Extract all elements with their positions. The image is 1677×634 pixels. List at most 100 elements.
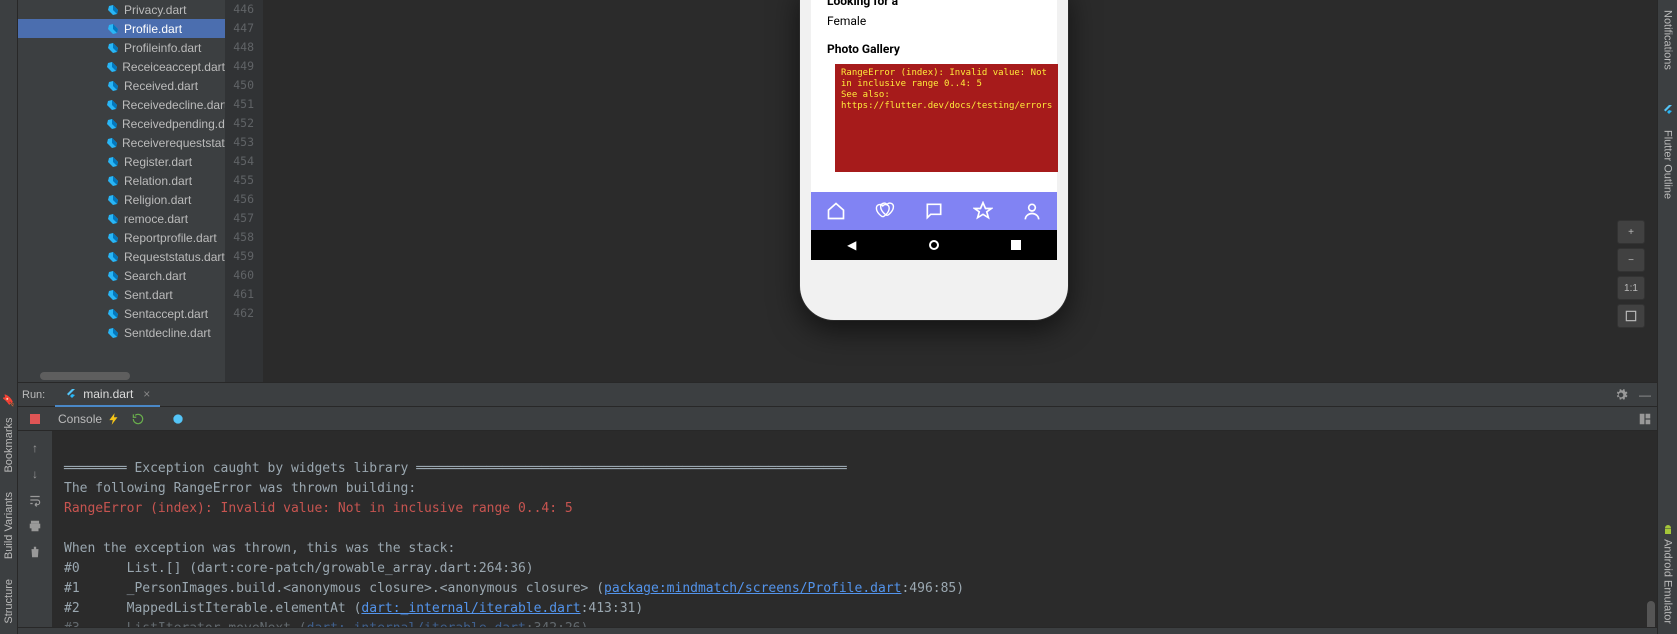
file-label: Religion.dart — [124, 193, 191, 207]
recents-icon[interactable] — [1011, 240, 1021, 250]
stop-icon — [30, 414, 40, 424]
hot-reload-button[interactable] — [102, 412, 126, 426]
file-label: Sentaccept.dart — [124, 307, 208, 321]
line-number: 453 — [225, 133, 262, 152]
scroll-down-button[interactable]: ↓ — [26, 465, 44, 483]
log-separator: ════════ Exception caught by widgets lib… — [64, 461, 847, 476]
zoom-fit-button[interactable] — [1617, 304, 1645, 328]
source-link[interactable]: dart:_internal/iterable.dart — [307, 621, 526, 627]
line-number: 458 — [225, 228, 262, 247]
print-button[interactable] — [26, 517, 44, 535]
emulator-screen[interactable]: Looking for a Female Photo Gallery Range… — [811, 0, 1057, 260]
zoom-reset-button[interactable]: 1:1 — [1617, 276, 1645, 300]
build-variants-tab[interactable]: Build Variants — [3, 482, 15, 569]
file-receivedecline-dart[interactable]: Receivedecline.dart — [18, 95, 225, 114]
right-tool-strip: Notifications Flutter Outline Android Em… — [1657, 0, 1677, 634]
android-emulator-tab[interactable]: Android Emulator — [1662, 514, 1674, 634]
left-tool-strip: Bookmarks 🔖 Build Variants Structure — [0, 0, 18, 634]
profile-icon[interactable] — [1022, 201, 1042, 221]
source-link[interactable]: package:mindmatch/screens/Profile.dart — [604, 581, 901, 596]
file-label: Receivedecline.dart — [122, 98, 225, 112]
file-label: Search.dart — [124, 269, 186, 283]
file-remoce-dart[interactable]: remoce.dart — [18, 209, 225, 228]
file-receiverequeststatus-dart[interactable]: Receiverequeststatus.dart — [18, 133, 225, 152]
settings-button[interactable] — [1609, 385, 1633, 405]
structure-tab[interactable]: Structure — [3, 569, 15, 634]
zoom-in-button[interactable]: + — [1617, 220, 1645, 244]
file-label: Receivedpending.dart — [122, 117, 225, 131]
devtools-button[interactable] — [166, 412, 190, 426]
editor[interactable]: 4464474484494504514524534544554564574584… — [225, 0, 1657, 382]
dart-file-icon — [106, 98, 118, 112]
file-receiceaccept-dart[interactable]: Receiceaccept.dart — [18, 57, 225, 76]
editor-canvas[interactable]: Looking for a Female Photo Gallery Range… — [263, 0, 1657, 382]
bookmark-icon: 🔖 — [3, 393, 15, 406]
clear-button[interactable] — [26, 543, 44, 561]
file-sent-dart[interactable]: Sent.dart — [18, 285, 225, 304]
file-label: Profile.dart — [124, 22, 182, 36]
file-label: Profileinfo.dart — [124, 41, 201, 55]
android-nav-bar[interactable]: ◀ — [811, 230, 1057, 260]
file-requeststatus-dart[interactable]: Requeststatus.dart — [18, 247, 225, 266]
back-icon[interactable]: ◀ — [847, 238, 856, 252]
devtools-icon — [171, 412, 185, 426]
file-received-dart[interactable]: Received.dart — [18, 76, 225, 95]
log-error-line: RangeError (index): Invalid value: Not i… — [64, 501, 573, 516]
project-tree[interactable]: Privacy.dart Profile.dart Profileinfo.dart… — [18, 0, 225, 382]
console-scrollbar[interactable] — [1645, 431, 1657, 627]
chat-icon[interactable] — [924, 201, 944, 221]
hot-restart-button[interactable] — [126, 412, 150, 426]
flutter-outline-tab[interactable]: Flutter Outline — [1662, 120, 1674, 209]
file-profileinfo-dart[interactable]: Profileinfo.dart — [18, 38, 225, 57]
scroll-up-button[interactable]: ↑ — [26, 439, 44, 457]
tree-horizontal-scrollbar[interactable] — [18, 370, 225, 382]
run-tool-window: Run: main.dart × — Console ↑ ↓ — [18, 382, 1657, 627]
layout-button[interactable] — [1633, 412, 1657, 426]
flutter-icon — [1662, 104, 1674, 116]
dart-file-icon — [106, 269, 120, 283]
bookmarks-tab[interactable]: Bookmarks 🔖 — [2, 375, 15, 483]
stop-button[interactable] — [18, 407, 52, 430]
source-link[interactable]: dart:_internal/iterable.dart — [361, 601, 580, 616]
home-button-icon[interactable] — [929, 240, 939, 250]
star-icon[interactable] — [973, 201, 993, 221]
restart-icon — [131, 412, 145, 426]
close-icon[interactable]: × — [143, 387, 150, 401]
console-output[interactable]: ════════ Exception caught by widgets lib… — [52, 431, 1657, 627]
dart-file-icon — [106, 79, 120, 93]
line-number: 450 — [225, 76, 262, 95]
flutter-error-widget: RangeError (index): Invalid value: Not i… — [835, 64, 1058, 172]
file-search-dart[interactable]: Search.dart — [18, 266, 225, 285]
file-religion-dart[interactable]: Religion.dart — [18, 190, 225, 209]
file-privacy-dart[interactable]: Privacy.dart — [18, 0, 225, 19]
stack-frame: #3 ListIterator.moveNext (dart:_internal… — [64, 621, 588, 627]
dart-file-icon — [106, 326, 120, 340]
hide-panel-button[interactable]: — — [1633, 385, 1657, 405]
dart-file-icon — [106, 212, 120, 226]
file-sentdecline-dart[interactable]: Sentdecline.dart — [18, 323, 225, 342]
dart-file-icon — [106, 193, 120, 207]
file-reportprofile-dart[interactable]: Reportprofile.dart — [18, 228, 225, 247]
file-register-dart[interactable]: Register.dart — [18, 152, 225, 171]
file-relation-dart[interactable]: Relation.dart — [18, 171, 225, 190]
run-tab-main[interactable]: main.dart × — [55, 383, 160, 407]
file-receivedpending-dart[interactable]: Receivedpending.dart — [18, 114, 225, 133]
app-bottom-nav[interactable] — [811, 192, 1057, 230]
file-label: Sent.dart — [124, 288, 173, 302]
home-icon[interactable] — [826, 201, 846, 221]
file-profile-dart[interactable]: Profile.dart — [18, 19, 225, 38]
console-tab[interactable]: Console — [58, 412, 102, 426]
dart-file-icon — [106, 288, 120, 302]
file-label: Requeststatus.dart — [124, 250, 225, 264]
dart-file-icon — [106, 3, 120, 17]
file-label: Received.dart — [124, 79, 198, 93]
log-line: When the exception was thrown, this was … — [64, 541, 455, 556]
notifications-tab[interactable]: Notifications — [1662, 0, 1674, 80]
soft-wrap-button[interactable] — [26, 491, 44, 509]
heart-icon[interactable] — [875, 201, 895, 221]
line-number: 456 — [225, 190, 262, 209]
zoom-out-button[interactable]: − — [1617, 248, 1645, 272]
file-sentaccept-dart[interactable]: Sentaccept.dart — [18, 304, 225, 323]
dart-file-icon — [106, 155, 120, 169]
line-number: 459 — [225, 247, 262, 266]
